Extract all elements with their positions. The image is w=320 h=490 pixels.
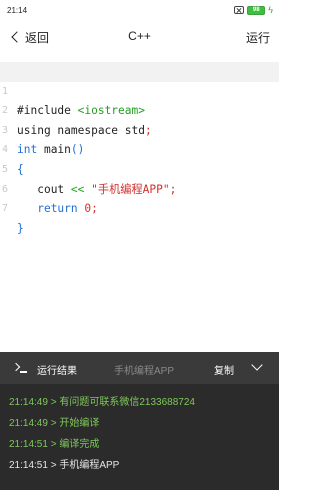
code-line: 6 return 0; — [0, 160, 279, 216]
log-line: 21:14:49 > 有问题可联系微信2133688724 — [9, 397, 195, 408]
copy-button[interactable]: 复制 — [214, 362, 234, 377]
nav-bar: 返回 C++ 运行 — [0, 23, 279, 51]
code-token: return — [37, 202, 78, 216]
log-line: 21:14:51 > 编译完成 — [9, 439, 100, 450]
log-line: 21:14:49 > 开始编译 — [9, 418, 100, 429]
chevron-left-icon — [11, 31, 23, 43]
log-line: 21:14:51 > 手机编程APP — [9, 460, 120, 471]
code-token: ; — [91, 202, 98, 216]
run-button[interactable]: 运行 — [246, 29, 270, 46]
back-label: 返回 — [25, 30, 50, 45]
code-line: 4 { — [0, 121, 279, 176]
terminal-icon — [11, 362, 28, 374]
console-panel: 运行结果 手机编程APP 复制 21:14:49 > 有问题可联系微信21336… — [0, 352, 279, 490]
status-time: 21:14 — [7, 5, 28, 15]
line-number: 7 — [2, 203, 9, 215]
console-title: 运行结果 — [37, 366, 77, 377]
chevron-down-icon[interactable] — [251, 359, 263, 371]
status-bar: 21:14 98 ϟ — [0, 0, 279, 20]
code-line: 5 cout << "手机编程APP"; — [0, 140, 279, 196]
code-text: return 0; — [17, 199, 98, 219]
code-line: 1 #include <iostream> — [0, 62, 279, 117]
code-text: } — [17, 219, 24, 239]
code-token: } — [17, 221, 24, 235]
code-line: 7 } — [0, 180, 279, 235]
console-header: 运行结果 手机编程APP 复制 — [0, 352, 279, 384]
code-editor[interactable]: 1 #include <iostream> 2 using namespace … — [0, 62, 279, 352]
code-line: 3 int main() — [0, 101, 279, 157]
charging-icon: ϟ — [268, 4, 273, 15]
console-subtitle: 手机编程APP — [114, 366, 175, 377]
status-icons: 98 ϟ — [234, 4, 273, 15]
back-button[interactable]: 返回 — [10, 27, 49, 47]
battery-icon: 98 — [247, 5, 266, 15]
sim-icon — [234, 6, 245, 14]
code-line: 2 using namespace std; — [0, 82, 279, 137]
